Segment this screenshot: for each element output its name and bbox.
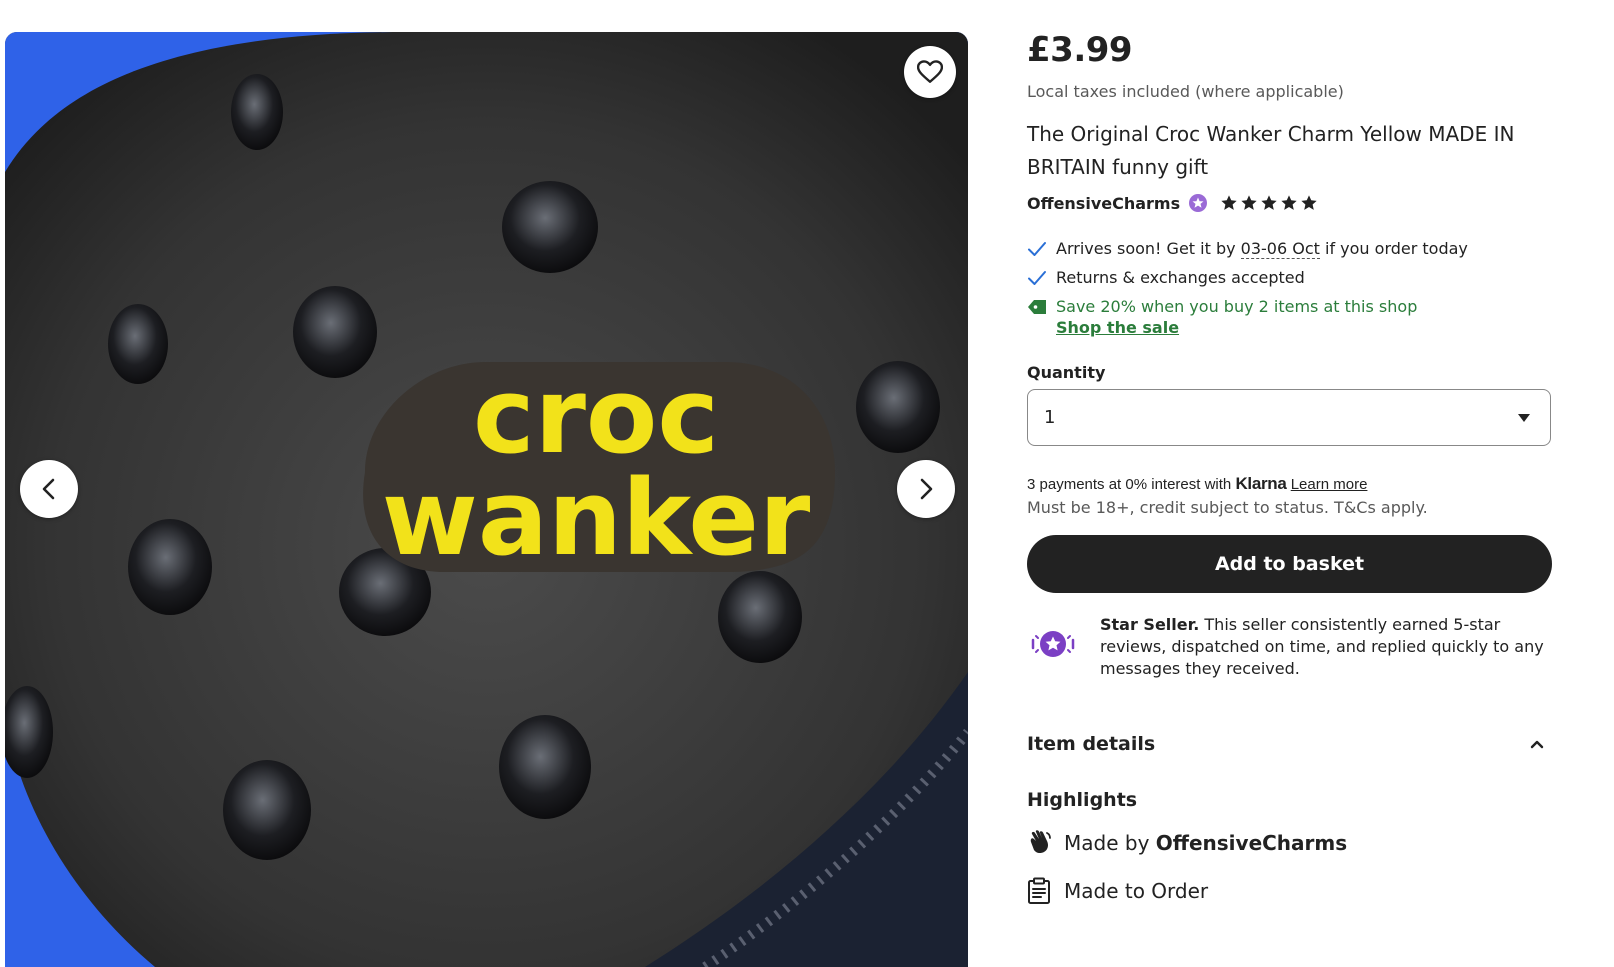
quantity-select[interactable]: 1 (1027, 389, 1551, 446)
clipboard-icon (1027, 877, 1064, 905)
star-seller-badge-icon (1027, 614, 1100, 680)
klarna-logo: Klarna (1235, 474, 1287, 493)
delivery-dates[interactable]: 03-06 Oct (1240, 239, 1320, 259)
shop-row: OffensiveCharms (1027, 193, 1318, 213)
item-details-toggle[interactable]: Item details (1027, 733, 1553, 755)
sale-text: Save 20% when you buy 2 items at this sh… (1056, 297, 1418, 316)
credit-note: Must be 18+, credit subject to status. T… (1027, 498, 1428, 517)
klarna-learn-more-link[interactable]: Learn more (1291, 476, 1368, 493)
item-details-header: Item details (1027, 733, 1156, 755)
hand-icon (1027, 830, 1064, 856)
delivery-prefix: Arrives soon! Get it by (1056, 239, 1241, 258)
charm-text-line2: wanker (382, 457, 811, 579)
delivery-suffix: if you order today (1319, 239, 1468, 258)
product-image-gallery[interactable]: croc wanker (5, 32, 968, 967)
shop-name-link[interactable]: OffensiveCharms (1027, 194, 1180, 213)
returns-note: Returns & exchanges accepted (1027, 268, 1305, 288)
made-by-prefix: Made by (1064, 831, 1156, 855)
listing-title: The Original Croc Wanker Charm Yellow MA… (1027, 122, 1515, 179)
star-icon (1221, 195, 1237, 210)
checkmark-icon (1027, 268, 1056, 288)
highlight-made-to-order: Made to Order (1027, 877, 1208, 905)
checkmark-icon (1027, 239, 1056, 259)
taxes-note: Local taxes included (where applicable) (1027, 82, 1344, 101)
klarna-installments: 3 payments at 0% interest with Klarna Le… (1027, 474, 1367, 494)
made-to-order-text: Made to Order (1064, 879, 1209, 903)
price: £3.99 (1027, 30, 1133, 70)
quantity-label: Quantity (1027, 363, 1106, 382)
caret-down-icon (1518, 414, 1530, 422)
sale-promo: Save 20% when you buy 2 items at this sh… (1027, 297, 1417, 337)
star-seller-badge-icon (1189, 194, 1208, 212)
star-seller-info: Star Seller. This seller consistently ea… (1027, 614, 1553, 680)
returns-text: Returns & exchanges accepted (1056, 268, 1305, 287)
delivery-estimate: Arrives soon! Get it by 03-06 Oct if you… (1027, 239, 1468, 259)
star-icon (1261, 195, 1277, 210)
chevron-right-icon (920, 478, 933, 500)
highlights-heading: Highlights (1027, 789, 1138, 811)
star-icon (1301, 195, 1317, 210)
shop-the-sale-link[interactable]: Shop the sale (1056, 318, 1417, 337)
product-photo: croc wanker (5, 32, 968, 967)
heart-outline-icon (917, 60, 943, 83)
rating-stars[interactable] (1220, 194, 1318, 212)
highlight-made-by: Made by OffensiveCharms (1027, 830, 1347, 856)
klarna-prefix: 3 payments at 0% interest with (1027, 476, 1236, 493)
add-to-basket-button[interactable]: Add to basket (1027, 535, 1552, 593)
next-image-button[interactable] (897, 460, 955, 518)
made-by-shop-link[interactable]: OffensiveCharms (1156, 831, 1347, 855)
chevron-up-icon (1530, 740, 1544, 749)
delivery-text: Arrives soon! Get it by 03-06 Oct if you… (1056, 239, 1468, 259)
chevron-left-icon (42, 478, 55, 500)
star-icon (1281, 195, 1297, 210)
previous-image-button[interactable] (20, 460, 78, 518)
star-seller-text: Star Seller. This seller consistently ea… (1100, 614, 1553, 680)
quantity-selected-value: 1 (1044, 407, 1056, 428)
star-icon (1241, 195, 1257, 210)
price-tag-icon (1027, 297, 1056, 317)
star-seller-title: Star Seller. (1100, 615, 1200, 634)
favorite-button[interactable] (904, 46, 956, 98)
